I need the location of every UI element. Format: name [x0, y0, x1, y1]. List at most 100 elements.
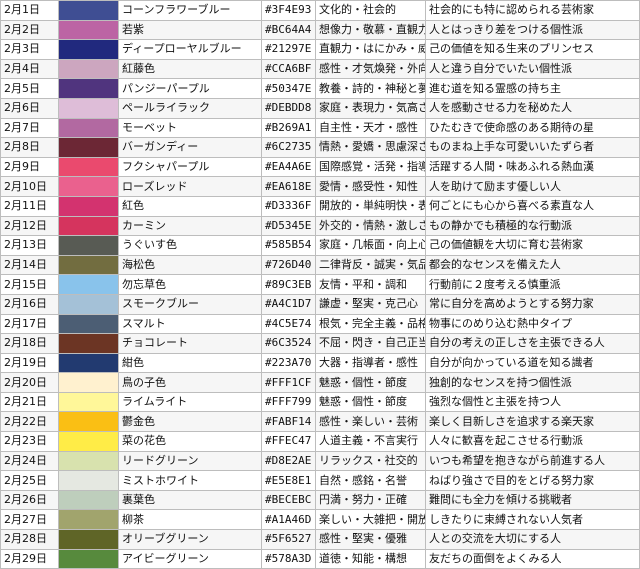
- table-row: 2月6日 ペールライラック #DEBDD8 家庭・表現力・気高さ 人を感動させる…: [0, 97, 640, 119]
- color-swatch: [58, 195, 119, 217]
- color-swatch: [58, 39, 119, 60]
- hex-code-cell: #726D40: [261, 254, 316, 276]
- date-cell: 2月20日: [0, 372, 59, 393]
- table-row: 2月5日 パンジーパープル #50347E 教養・詩的・神秘と夢幻 進む道を知る…: [0, 78, 640, 99]
- hex-code-cell: #D5345E: [261, 215, 316, 237]
- traits-cell: 人道主義・不言実行: [315, 431, 426, 452]
- date-cell: 2月27日: [0, 509, 59, 531]
- description-cell: 社会的にも特に認められる芸術家: [425, 0, 640, 21]
- hex-code-cell: #E5E8E1: [261, 470, 316, 491]
- table-row: 2月14日 海松色 #726D40 二律背反・誠実・気品 都会的なセンスを備えた…: [0, 254, 640, 276]
- color-swatch: [58, 293, 119, 315]
- color-name-cell: ペールライラック: [118, 97, 262, 119]
- color-swatch: [58, 431, 119, 452]
- color-swatch: [58, 117, 119, 139]
- hex-code-cell: #FABF14: [261, 411, 316, 433]
- color-name-cell: 紺色: [118, 352, 262, 374]
- traits-cell: 感性・楽しい・芸術: [315, 411, 426, 433]
- hex-code-cell: #A1A46D: [261, 509, 316, 531]
- hex-code-cell: #585B54: [261, 235, 316, 256]
- table-row: 2月11日 紅色 #D3336F 開放的・単純明快・表現 何ごとにも心から喜べる…: [0, 195, 640, 217]
- color-swatch: [58, 352, 119, 374]
- date-cell: 2月1日: [0, 0, 59, 21]
- color-swatch: [58, 489, 119, 511]
- color-swatch: [58, 548, 119, 569]
- table-row: 2月2日 若紫 #BC64A4 想像力・敬慕・直観力 人とはっきり差をつける個性…: [0, 19, 640, 41]
- color-swatch: [58, 97, 119, 119]
- color-swatch: [58, 137, 119, 158]
- table-row: 2月15日 勿忘草色 #89C3EB 友情・平和・調和 行動前に２度考える慎重派: [0, 274, 640, 295]
- traits-cell: 情熱・愛嬌・思慮深さ: [315, 137, 426, 158]
- table-row: 2月1日 コーンフラワーブルー #3F4E93 文化的・社会的 社会的にも特に認…: [0, 0, 640, 21]
- traits-cell: 魅惑・個性・節度: [315, 391, 426, 413]
- traits-cell: 魅惑・個性・節度: [315, 372, 426, 393]
- table-row: 2月18日 チョコレート #6C3524 不屈・閃き・自己正当化 自分の考えの正…: [0, 333, 640, 354]
- hex-code-cell: #6C2735: [261, 137, 316, 158]
- color-name-cell: 紅藤色: [118, 58, 262, 80]
- date-cell: 2月2日: [0, 19, 59, 41]
- color-swatch: [58, 19, 119, 41]
- table-row: 2月16日 スモークブルー #A4C1D7 謙虚・堅実・克己心 常に自分を高めよ…: [0, 293, 640, 315]
- table-body: 2月1日 コーンフラワーブルー #3F4E93 文化的・社会的 社会的にも特に認…: [0, 0, 640, 569]
- color-name-cell: スマルト: [118, 313, 262, 335]
- description-cell: 人を感動させる力を秘めた人: [425, 97, 640, 119]
- hex-code-cell: #EA4A6E: [261, 156, 316, 178]
- color-swatch: [58, 411, 119, 433]
- color-name-cell: リードグリーン: [118, 450, 262, 472]
- traits-cell: リラックス・社交的: [315, 450, 426, 472]
- color-name-cell: スモークブルー: [118, 293, 262, 315]
- description-cell: 楽しく目新しさを追求する楽天家: [425, 411, 640, 433]
- date-cell: 2月13日: [0, 235, 59, 256]
- date-cell: 2月14日: [0, 254, 59, 276]
- date-cell: 2月10日: [0, 176, 59, 197]
- traits-cell: 感性・堅実・優雅: [315, 529, 426, 550]
- description-cell: ひたむきで使命感のある期待の星: [425, 117, 640, 139]
- color-swatch: [58, 156, 119, 178]
- hex-code-cell: #A4C1D7: [261, 293, 316, 315]
- color-name-cell: 若紫: [118, 19, 262, 41]
- color-name-cell: 紅色: [118, 195, 262, 217]
- table-row: 2月23日 菜の花色 #FFEC47 人道主義・不言実行 人々に歓喜を起こさせる…: [0, 431, 640, 452]
- table-row: 2月10日 ローズレッド #EA618E 愛情・感受性・知性 人を助けて励ます優…: [0, 176, 640, 197]
- color-name-cell: 裏葉色: [118, 489, 262, 511]
- hex-code-cell: #D3336F: [261, 195, 316, 217]
- traits-cell: 想像力・敬慕・直観力: [315, 19, 426, 41]
- date-cell: 2月7日: [0, 117, 59, 139]
- color-name-cell: ミストホワイト: [118, 470, 262, 491]
- table-row: 2月4日 紅藤色 #CCA6BF 感性・才気煥発・外向性 人と違う自分でいたい個…: [0, 58, 640, 80]
- date-cell: 2月24日: [0, 450, 59, 472]
- table-row: 2月19日 紺色 #223A70 大器・指導者・感性 自分が向かっている道を知る…: [0, 352, 640, 374]
- hex-code-cell: #6C3524: [261, 333, 316, 354]
- date-cell: 2月26日: [0, 489, 59, 511]
- hex-code-cell: #578A3D: [261, 548, 316, 569]
- hex-code-cell: #21297E: [261, 39, 316, 60]
- description-cell: 常に自分を高めようとする努力家: [425, 293, 640, 315]
- date-cell: 2月3日: [0, 39, 59, 60]
- description-cell: 人と違う自分でいたい個性派: [425, 58, 640, 80]
- description-cell: 進む道を知る霊感の持ち主: [425, 78, 640, 99]
- color-name-cell: アイビーグリーン: [118, 548, 262, 569]
- color-name-cell: 柳茶: [118, 509, 262, 531]
- color-name-cell: 勿忘草色: [118, 274, 262, 295]
- color-swatch: [58, 235, 119, 256]
- color-name-cell: チョコレート: [118, 333, 262, 354]
- description-cell: 難問にも全力を傾ける挑戦者: [425, 489, 640, 511]
- table-row: 2月12日 カーミン #D5345E 外交的・情熱・激しさ もの静かでも積極的な…: [0, 215, 640, 237]
- date-cell: 2月19日: [0, 352, 59, 374]
- table-row: 2月28日 オリーブグリーン #5F6527 感性・堅実・優雅 人との交流を大切…: [0, 529, 640, 550]
- table-row: 2月26日 裏葉色 #BECEBC 円満・努力・正確 難問にも全力を傾ける挑戦者: [0, 489, 640, 511]
- color-swatch: [58, 254, 119, 276]
- color-name-cell: 海松色: [118, 254, 262, 276]
- traits-cell: 開放的・単純明快・表現: [315, 195, 426, 217]
- date-cell: 2月18日: [0, 333, 59, 354]
- birthday-color-table: 2月1日 コーンフラワーブルー #3F4E93 文化的・社会的 社会的にも特に認…: [0, 0, 640, 569]
- date-cell: 2月12日: [0, 215, 59, 237]
- traits-cell: 家庭・几帳面・向上心: [315, 235, 426, 256]
- hex-code-cell: #D8E2AE: [261, 450, 316, 472]
- hex-code-cell: #223A70: [261, 352, 316, 374]
- date-cell: 2月28日: [0, 529, 59, 550]
- date-cell: 2月25日: [0, 470, 59, 491]
- color-swatch: [58, 176, 119, 197]
- hex-code-cell: #DEBDD8: [261, 97, 316, 119]
- color-swatch: [58, 450, 119, 472]
